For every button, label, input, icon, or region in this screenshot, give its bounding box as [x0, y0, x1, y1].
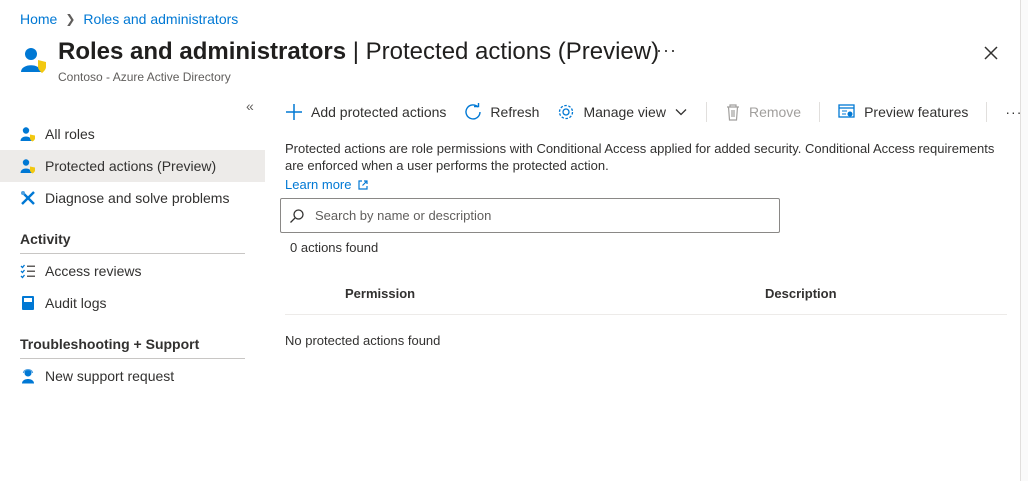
audit-logs-icon [22, 296, 34, 310]
toolbar-divider [705, 102, 707, 122]
sidebar-item-all-roles[interactable]: All roles [0, 118, 265, 150]
roles-icon [20, 127, 35, 142]
sidebar-item-label: New support request [45, 368, 175, 384]
page-subtitle: Contoso - Azure Active Directory [58, 70, 231, 84]
refresh-button[interactable]: Refresh [464, 103, 539, 121]
breadcrumb: Home ❯ Roles and administrators [20, 11, 238, 27]
support-request-icon [22, 369, 34, 384]
plus-icon [286, 104, 302, 120]
results-count: 0 actions found [290, 240, 379, 255]
sidebar-item-label: Protected actions (Preview) [45, 158, 217, 174]
sidebar-item-label: All roles [45, 126, 95, 142]
external-link-icon [358, 179, 369, 190]
chevron-down-icon [675, 109, 687, 116]
roles-admin-icon [21, 48, 46, 73]
preview-features-icon [838, 104, 855, 118]
sidebar-item-label: Diagnose and solve problems [45, 190, 230, 206]
access-reviews-icon [20, 264, 35, 279]
search-box [280, 198, 780, 233]
section-title-troubleshooting: Troubleshooting + Support [20, 336, 200, 352]
section-title-activity: Activity [20, 231, 71, 247]
column-header-permission[interactable]: Permission [345, 286, 415, 301]
toolbar-divider [986, 102, 988, 122]
empty-state-message: No protected actions found [285, 333, 441, 348]
search-icon [290, 208, 304, 223]
breadcrumb-home-link[interactable]: Home [20, 11, 57, 27]
collapse-sidebar-icon[interactable]: « [246, 98, 254, 114]
sidebar-item-label: Audit logs [45, 295, 107, 311]
sidebar-item-audit-logs[interactable]: Audit logs [0, 287, 265, 319]
sidebar-item-diagnose[interactable]: Diagnose and solve problems [0, 182, 265, 214]
page-title: Roles and administrators | Protected act… [58, 38, 660, 65]
trash-icon [726, 104, 739, 121]
preview-features-button[interactable]: Preview features [838, 104, 968, 120]
chevron-right-icon: ❯ [65, 12, 76, 26]
gear-icon [559, 104, 574, 120]
command-bar: Add protected actions Refresh Manage vie… [285, 99, 1028, 125]
close-icon[interactable] [980, 42, 1002, 64]
learn-more-link[interactable]: Learn more [285, 177, 369, 192]
sidebar-item-label: Access reviews [45, 263, 142, 279]
search-input[interactable] [315, 208, 755, 223]
breadcrumb-current-link[interactable]: Roles and administrators [83, 11, 238, 27]
table-header-divider [285, 314, 1007, 315]
sidebar-item-access-reviews[interactable]: Access reviews [0, 255, 265, 287]
remove-button[interactable]: Remove [725, 103, 801, 121]
sidebar-item-protected-actions[interactable]: Protected actions (Preview) [0, 150, 265, 182]
column-header-description[interactable]: Description [765, 286, 837, 301]
add-protected-actions-button[interactable]: Add protected actions [285, 103, 446, 121]
toolbar-divider [819, 102, 821, 122]
manage-view-dropdown[interactable]: Manage view [557, 103, 688, 121]
refresh-icon [465, 103, 482, 120]
diagnose-icon [21, 191, 35, 205]
sidebar-item-new-support-request[interactable]: New support request [0, 360, 265, 392]
window-edge [1020, 0, 1028, 481]
description-text: Protected actions are role permissions w… [285, 141, 995, 173]
more-options-icon[interactable]: ··· [656, 40, 677, 61]
section-divider [20, 253, 245, 254]
protected-actions-icon [20, 159, 35, 174]
section-divider [20, 358, 245, 359]
